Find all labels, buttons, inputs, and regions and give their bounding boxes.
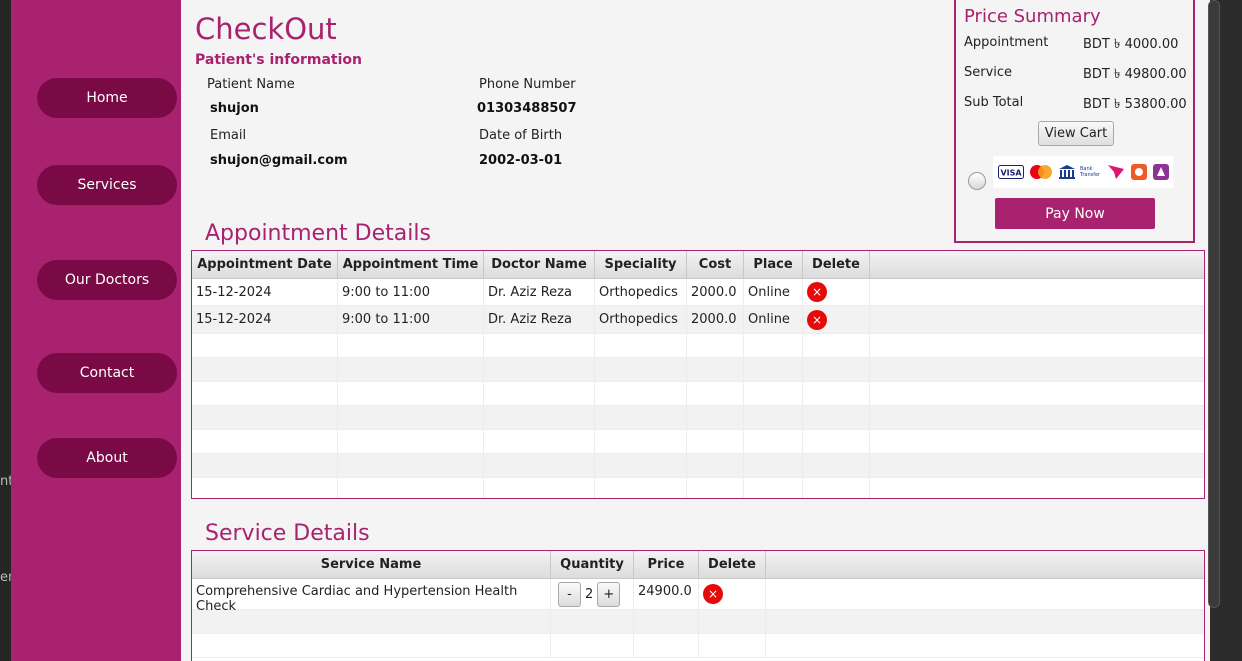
phone-value: 01303488507 <box>477 101 577 116</box>
column-header[interactable]: Delete <box>803 251 870 278</box>
empty-table-row <box>192 406 1204 430</box>
doctor-name-cell: Dr. Aziz Reza <box>484 279 595 305</box>
filler-cell <box>766 579 1204 609</box>
column-header[interactable]: Quantity <box>551 551 634 578</box>
payment-methods-logos: VISA Bank Transfer <box>993 156 1173 188</box>
nagad-logo <box>1131 164 1147 180</box>
delete-cell: × <box>803 306 870 333</box>
place-cell: Online <box>744 306 803 333</box>
view-cart-button[interactable]: View Cart <box>1038 121 1114 146</box>
nav-our-doctors-button[interactable]: Our Doctors <box>37 260 177 300</box>
appointment-cost-label: Appointment <box>964 35 1049 50</box>
appointment-time-cell: 9:00 to 11:00 <box>338 279 484 305</box>
cost-cell: 2000.0 <box>687 306 744 333</box>
quantity-value: 2 <box>585 586 594 602</box>
table-row[interactable]: 15-12-2024 9:00 to 11:00 Dr. Aziz Reza O… <box>192 306 1204 334</box>
column-header-filler <box>870 251 1204 278</box>
column-header[interactable]: Cost <box>687 251 744 278</box>
increase-quantity-button[interactable]: + <box>597 581 621 607</box>
delete-service-icon[interactable]: × <box>703 584 723 604</box>
price-summary-title: Price Summary <box>964 6 1101 27</box>
column-header[interactable]: Appointment Time <box>338 251 484 278</box>
dob-value: 2002-03-01 <box>479 153 563 168</box>
background-window-edge: nt en <box>0 0 16 661</box>
appointment-details-heading: Appointment Details <box>205 221 431 246</box>
service-cost-label: Service <box>964 65 1013 80</box>
empty-table-row <box>192 610 1204 634</box>
email-label: Email <box>210 128 247 143</box>
subtotal-label: Sub Total <box>964 95 1024 110</box>
quantity-stepper: - 2 + <box>551 579 634 609</box>
filler-cell <box>870 306 1204 333</box>
empty-table-row <box>192 478 1204 498</box>
delete-appointment-icon[interactable]: × <box>807 309 827 330</box>
appointment-table: Appointment Date Appointment Time Doctor… <box>191 250 1205 499</box>
pay-now-button[interactable]: Pay Now <box>995 198 1155 229</box>
column-header[interactable]: Speciality <box>595 251 687 278</box>
decrease-quantity-button[interactable]: - <box>558 581 581 607</box>
mastercard-logo <box>1030 165 1052 179</box>
svg-text:VISA: VISA <box>1000 169 1022 178</box>
table-row[interactable]: Comprehensive Cardiac and Hypertension H… <box>192 579 1204 614</box>
speciality-cell: Orthopedics <box>595 306 687 333</box>
service-table-header: Service Name Quantity Price Delete <box>192 551 1204 579</box>
filler-cell <box>870 279 1204 305</box>
visa-logo: VISA <box>998 165 1024 179</box>
nav-contact-button[interactable]: Contact <box>37 353 177 393</box>
empty-table-row <box>192 382 1204 406</box>
doctor-name-cell: Dr. Aziz Reza <box>484 306 595 333</box>
column-header[interactable]: Price <box>634 551 699 578</box>
sidebar: Home Services Our Doctors Contact About <box>11 0 181 661</box>
bank-building-icon <box>1059 165 1075 179</box>
appointment-cost-value: BDT ৳ 4000.00 <box>1083 37 1179 52</box>
column-header[interactable]: Delete <box>699 551 766 578</box>
price-cell: 24900.0 <box>634 579 699 609</box>
phone-label: Phone Number <box>479 77 576 92</box>
service-details-heading: Service Details <box>205 521 370 546</box>
service-name-cell: Comprehensive Cardiac and Hypertension H… <box>192 579 551 614</box>
speciality-cell: Orthopedics <box>595 279 687 305</box>
empty-table-row <box>192 358 1204 382</box>
nav-home-button[interactable]: Home <box>37 78 177 118</box>
bank-transfer-text: Bank Transfer <box>1080 166 1101 178</box>
appointment-date-cell: 15-12-2024 <box>192 279 338 305</box>
column-header[interactable]: Service Name <box>192 551 551 578</box>
patient-name-value: shujon <box>210 101 259 116</box>
delete-cell: × <box>803 279 870 305</box>
nav-about-button[interactable]: About <box>37 438 177 478</box>
nav-services-button[interactable]: Services <box>37 165 177 205</box>
delete-cell: × <box>699 579 766 609</box>
subtotal-value: BDT ৳ 53800.00 <box>1083 97 1187 112</box>
empty-table-row <box>192 334 1204 358</box>
column-header-filler <box>766 551 1204 578</box>
empty-table-row <box>192 454 1204 478</box>
appointment-time-cell: 9:00 to 11:00 <box>338 306 484 333</box>
service-cost-value: BDT ৳ 49800.00 <box>1083 67 1187 82</box>
empty-table-row <box>192 634 1204 658</box>
column-header[interactable]: Place <box>744 251 803 278</box>
vertical-scrollbar[interactable] <box>1208 0 1220 608</box>
checkout-page: CheckOut Patient's information Patient N… <box>181 0 1210 661</box>
price-summary-panel: Price Summary Appointment BDT ৳ 4000.00 … <box>954 0 1195 243</box>
email-value: shujon@gmail.com <box>210 153 348 168</box>
table-row[interactable]: 15-12-2024 9:00 to 11:00 Dr. Aziz Reza O… <box>192 279 1204 306</box>
patient-info-heading: Patient's information <box>195 52 362 68</box>
appointment-date-cell: 15-12-2024 <box>192 306 338 333</box>
rocket-logo <box>1153 164 1169 180</box>
delete-appointment-icon[interactable]: × <box>807 282 827 302</box>
dob-label: Date of Birth <box>479 128 563 143</box>
bkash-logo <box>1108 165 1124 179</box>
column-header[interactable]: Appointment Date <box>192 251 338 278</box>
column-header[interactable]: Doctor Name <box>484 251 595 278</box>
service-table: Service Name Quantity Price Delete Compr… <box>191 550 1205 661</box>
payment-method-radio[interactable] <box>968 172 986 190</box>
patient-name-label: Patient Name <box>207 77 295 92</box>
cost-cell: 2000.0 <box>687 279 744 305</box>
empty-table-row <box>192 430 1204 454</box>
appointment-table-header: Appointment Date Appointment Time Doctor… <box>192 251 1204 279</box>
page-title: CheckOut <box>195 12 337 46</box>
place-cell: Online <box>744 279 803 305</box>
